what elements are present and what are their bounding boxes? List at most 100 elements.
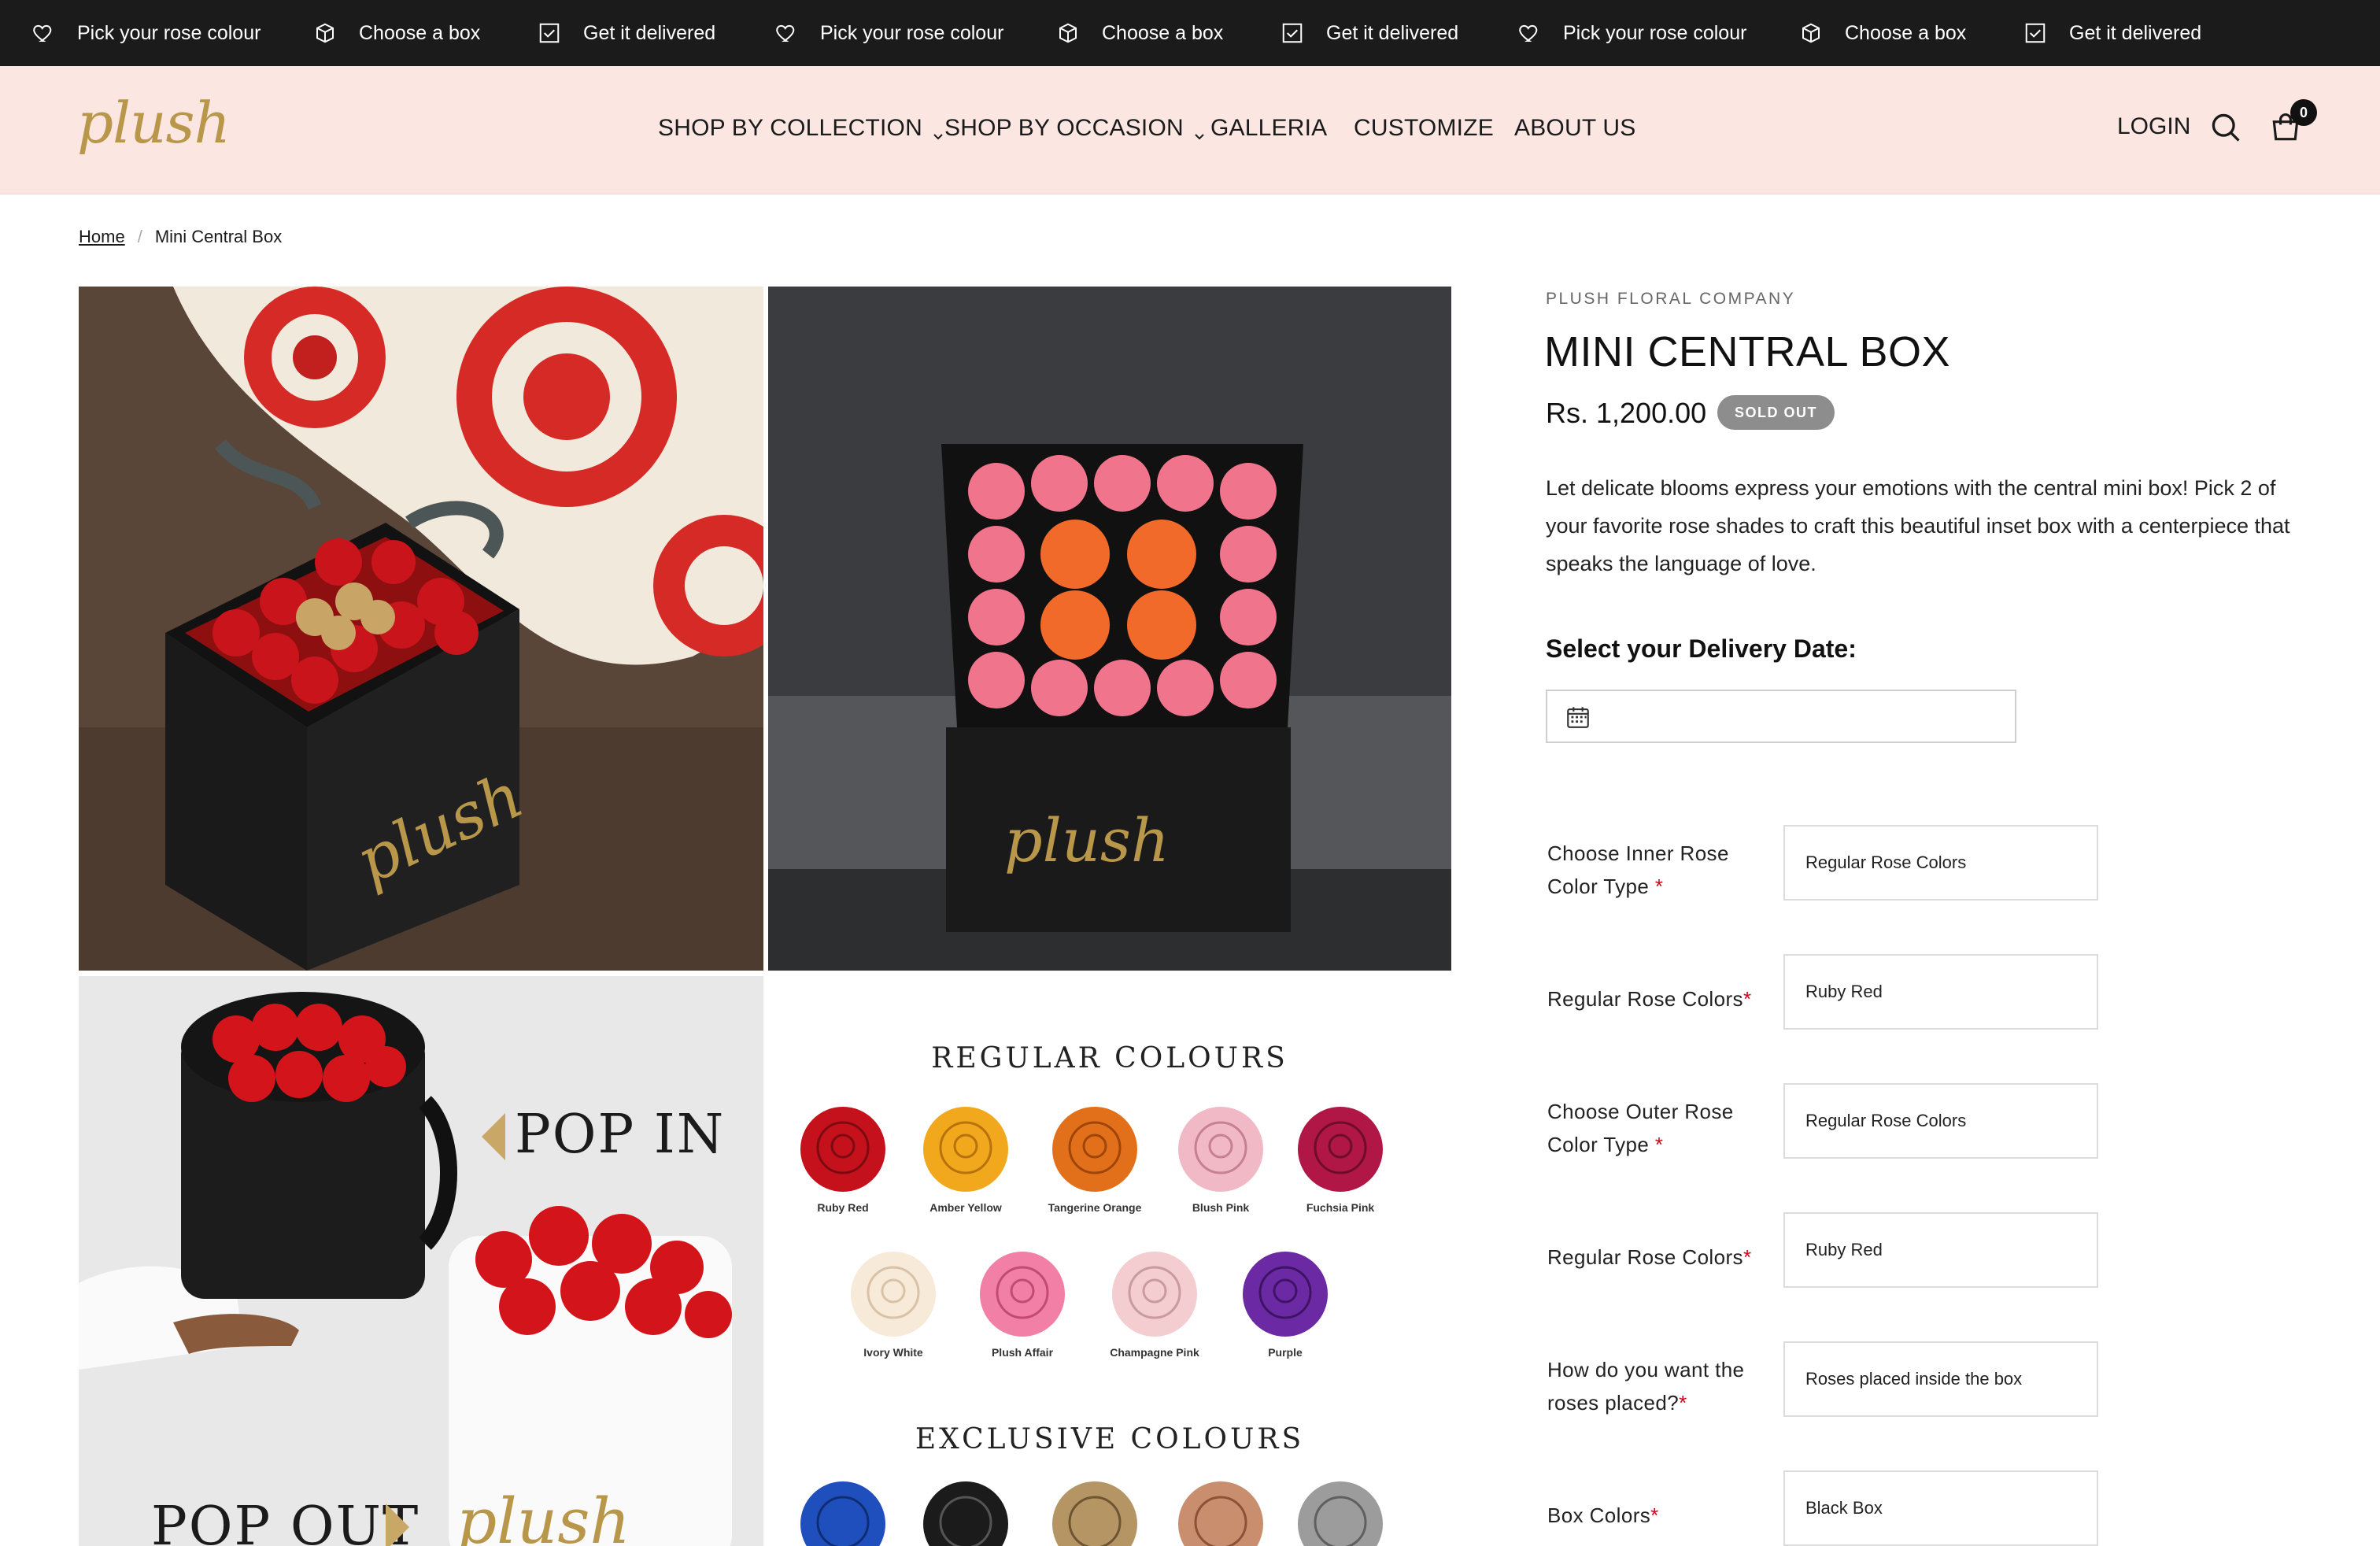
select-outer-rose-type[interactable]: Regular Rose Colors (1783, 1083, 2098, 1159)
required-marker: * (1650, 1503, 1659, 1527)
select-value: Ruby Red (1805, 982, 1883, 1001)
swatch-label: Purple (1268, 1346, 1303, 1359)
announcement-item: Get it delivered (1281, 0, 1458, 66)
calendar-icon[interactable] (1565, 704, 1591, 730)
required-marker: * (1654, 875, 1664, 898)
heart-icon (1517, 21, 1541, 45)
product-image-1[interactable]: plush (79, 287, 763, 971)
pop-out-label: POP OUT (151, 1496, 420, 1546)
select-roses-placement[interactable]: Roses placed inside the box (1783, 1341, 2098, 1417)
search-icon[interactable] (2208, 110, 2243, 145)
announcement-label: Get it delivered (1326, 21, 1459, 44)
sold-out-badge: SOLD OUT (1717, 395, 1835, 430)
product-image-3[interactable]: plush POP IN POP OUT (79, 976, 763, 1546)
swatch-label: Ruby Red (817, 1201, 869, 1214)
swatch-exclusive-rose-gold (1162, 1477, 1280, 1546)
box-brand-text: plush (456, 1485, 630, 1546)
nav-label: GALLERIA (1210, 115, 1328, 141)
exclusive-colours-heading: EXCLUSIVE COLOURS (915, 1423, 1305, 1455)
announcement-bar: Pick your rose colour Choose a box Get i… (0, 0, 2380, 66)
regular-colours-heading: REGULAR COLOURS (931, 1042, 1288, 1074)
announcement-item: Choose a box (1056, 0, 1223, 66)
select-regular-rose-colors-2[interactable]: Ruby Red (1783, 1212, 2098, 1288)
swatch-fuchsia-pink: Fuchsia Pink (1281, 1102, 1399, 1214)
product-description: Let delicate blooms express your emotion… (1546, 476, 2290, 575)
checkbox-icon (1281, 21, 1304, 45)
option-label-roses-placement: How do you want the roses placed?* (1547, 1358, 1745, 1415)
rose-icon (1243, 1252, 1328, 1337)
login-link[interactable]: LOGIN (2117, 113, 2190, 140)
select-inner-rose-type[interactable]: Regular Rose Colors (1783, 825, 2098, 901)
checkbox-icon (538, 21, 561, 45)
product-image-2[interactable]: plush (768, 287, 1451, 971)
site-logo[interactable]: plush (77, 90, 231, 156)
select-value: Regular Rose Colors (1805, 1111, 1967, 1130)
required-marker: * (1654, 1133, 1664, 1156)
breadcrumb-home-link[interactable]: Home (79, 227, 125, 247)
select-box-colors[interactable]: Black Box (1783, 1470, 2098, 1546)
breadcrumb: Home / Mini Central Box (79, 227, 282, 247)
announcement-label: Choose a box (1845, 21, 1967, 44)
rose-icon (1112, 1252, 1197, 1337)
option-label-outer-rose-type: Choose Outer Rose Color Type * (1547, 1100, 1734, 1156)
nav-shop-by-collection[interactable]: SHOP BY COLLECTION (658, 115, 944, 142)
announcement-item: Get it delivered (2023, 0, 2201, 66)
rose-icon (800, 1107, 885, 1192)
swatch-label: Fuchsia Pink (1306, 1201, 1375, 1214)
chevron-down-icon (932, 122, 944, 140)
rose-icon (851, 1252, 936, 1337)
heart-icon (31, 21, 55, 45)
swatch-label: Champagne Pink (1110, 1346, 1199, 1359)
swatch-exclusive-silver (1281, 1477, 1399, 1546)
pop-in-arrow-icon (482, 1113, 505, 1160)
nav-label: SHOP BY COLLECTION (658, 115, 922, 141)
announcement-label: Pick your rose colour (820, 21, 1004, 44)
select-regular-rose-colors-1[interactable]: Ruby Red (1783, 954, 2098, 1030)
announcement-item: Get it delivered (538, 0, 715, 66)
announcement-label: Pick your rose colour (1563, 21, 1747, 44)
required-marker: * (1743, 1245, 1752, 1269)
swatch-ivory-white: Ivory White (834, 1247, 952, 1359)
option-label-regular-rose-colors-2: Regular Rose Colors* (1547, 1245, 1752, 1269)
select-value: Black Box (1805, 1498, 1883, 1518)
swatch-tangerine-orange: Tangerine Orange (1036, 1102, 1154, 1214)
announcement-item: Pick your rose colour (31, 0, 261, 66)
swatch-plush-affair: Plush Affair (963, 1247, 1081, 1359)
delivery-date-label: Select your Delivery Date: (1546, 634, 1857, 663)
option-label-regular-rose-colors-1: Regular Rose Colors* (1547, 987, 1752, 1011)
swatch-label: Tangerine Orange (1048, 1201, 1142, 1214)
rose-icon (1052, 1107, 1137, 1192)
swatch-champagne-pink: Champagne Pink (1096, 1247, 1214, 1359)
product-vendor[interactable]: PLUSH FLORAL COMPANY (1546, 290, 1795, 309)
swatch-blush-pink: Blush Pink (1162, 1102, 1280, 1214)
announcement-label: Pick your rose colour (77, 21, 261, 44)
pop-out-arrow-icon (386, 1503, 409, 1546)
site-header: plush SHOP BY COLLECTION SHOP BY OCCASIO… (0, 66, 2380, 194)
swatch-exclusive-black (907, 1477, 1025, 1546)
rose-icon (1298, 1481, 1383, 1546)
nav-galleria[interactable]: GALLERIA (1210, 115, 1327, 142)
checkbox-icon (2023, 21, 2047, 45)
breadcrumb-current: Mini Central Box (154, 227, 283, 246)
product-title: MINI CENTRAL BOX (1544, 328, 1951, 375)
select-value: Ruby Red (1805, 1240, 1883, 1259)
product-image-4[interactable]: REGULAR COLOURS Ruby Red Amber Yellow Ta… (768, 976, 1451, 1546)
delivery-date-input[interactable] (1546, 690, 2016, 743)
select-value: Roses placed inside the box (1805, 1369, 2023, 1389)
swatch-exclusive-blue (784, 1477, 902, 1546)
rose-icon (923, 1107, 1008, 1192)
swatch-amber-yellow: Amber Yellow (907, 1102, 1025, 1214)
chevron-down-icon (1193, 122, 1206, 140)
nav-shop-by-occasion[interactable]: SHOP BY OCCASION (944, 115, 1206, 142)
announcement-label: Get it delivered (2069, 21, 2202, 44)
swatch-exclusive-gold (1036, 1477, 1154, 1546)
pop-in-label: POP IN (515, 1104, 726, 1166)
rose-icon (980, 1252, 1065, 1337)
nav-about-us[interactable]: ABOUT US (1514, 115, 1635, 142)
rose-icon (800, 1481, 885, 1546)
announcement-item: Pick your rose colour (774, 0, 1003, 66)
nav-customize[interactable]: CUSTOMIZE (1354, 115, 1494, 142)
swatch-label: Ivory White (863, 1346, 923, 1359)
rose-icon (1178, 1107, 1263, 1192)
nav-label: CUSTOMIZE (1354, 115, 1494, 141)
